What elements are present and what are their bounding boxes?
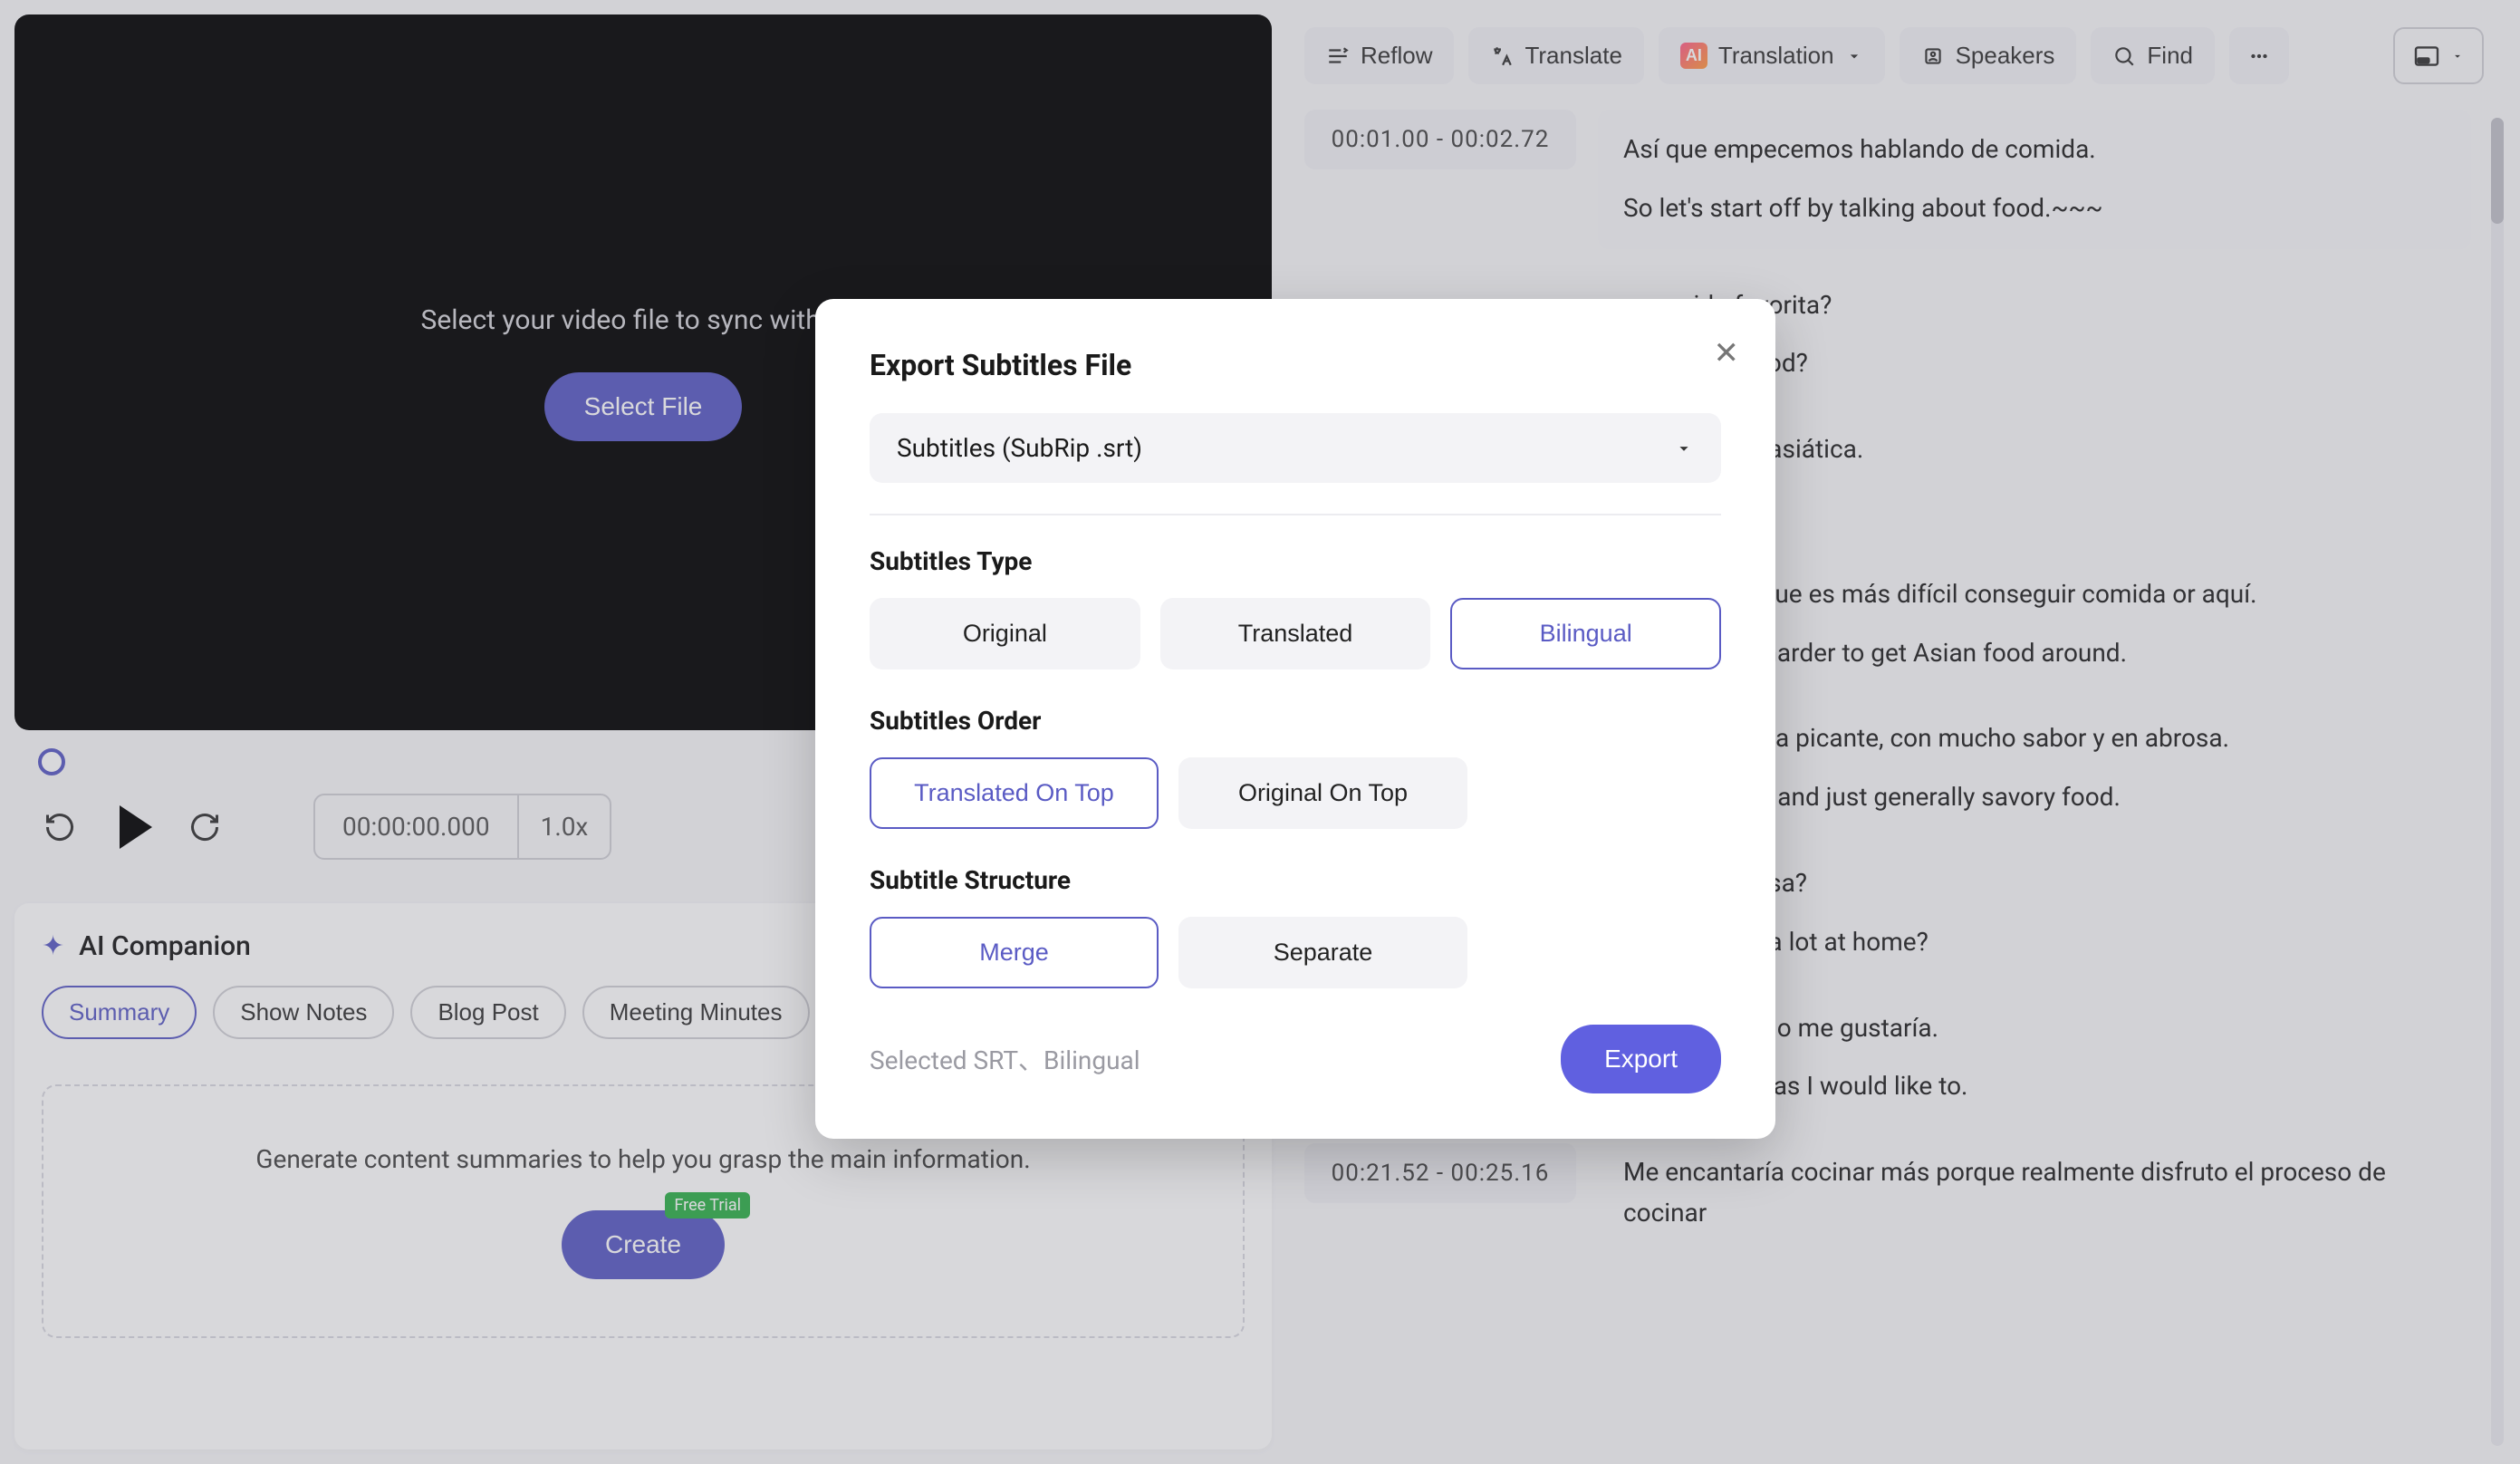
struct-segment: Merge Separate [870,917,1467,988]
export-button[interactable]: Export [1561,1025,1721,1093]
struct-label: Subtitle Structure [870,865,1721,895]
modal-title: Export Subtitles File [870,348,1721,382]
type-option-bilingual[interactable]: Bilingual [1450,598,1721,669]
order-option-original-on-top[interactable]: Original On Top [1178,757,1467,829]
type-option-translated[interactable]: Translated [1160,598,1431,669]
type-label: Subtitles Type [870,546,1721,576]
selection-summary: Selected SRT、Bilingual [870,1041,1140,1077]
format-value: Subtitles (SubRip .srt) [897,433,1142,463]
struct-option-merge[interactable]: Merge [870,917,1159,988]
order-segment: Translated On Top Original On Top [870,757,1467,829]
order-option-translated-on-top[interactable]: Translated On Top [870,757,1159,829]
order-label: Subtitles Order [870,706,1721,736]
chevron-down-icon [1674,438,1694,458]
struct-option-separate[interactable]: Separate [1178,917,1467,988]
divider [870,514,1721,515]
format-dropdown[interactable]: Subtitles (SubRip .srt) [870,413,1721,483]
type-option-original[interactable]: Original [870,598,1140,669]
export-modal: ✕ Export Subtitles File Subtitles (SubRi… [815,299,1775,1139]
modal-footer: Selected SRT、Bilingual Export [870,1025,1721,1093]
type-segment: Original Translated Bilingual [870,598,1721,669]
close-icon[interactable]: ✕ [1714,335,1740,371]
